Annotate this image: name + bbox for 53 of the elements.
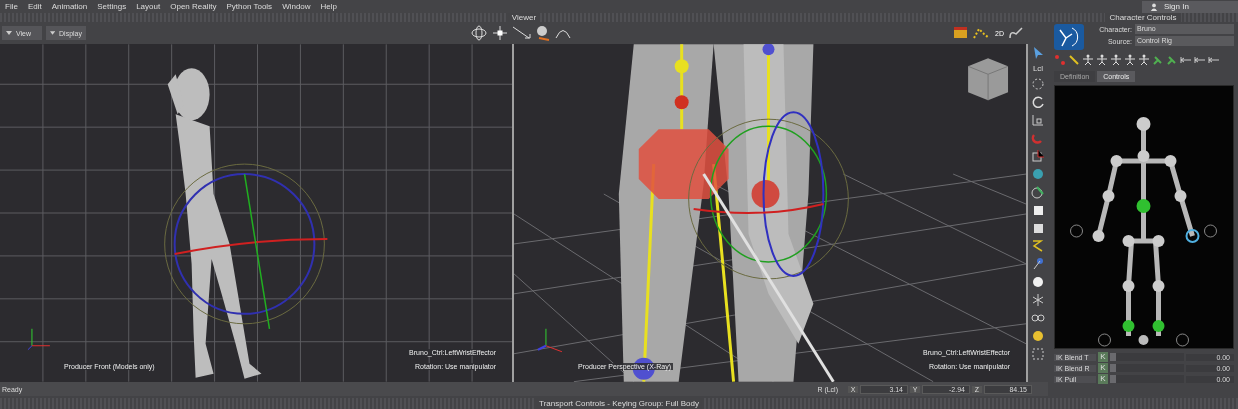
pivot-icon[interactable] (1031, 149, 1045, 163)
menu-item[interactable]: Layout (131, 2, 166, 11)
key-button[interactable]: K (1098, 363, 1108, 373)
panel-title: Character Controls (1105, 13, 1181, 22)
sphere-cursor-icon[interactable] (1031, 167, 1045, 181)
figure-icon[interactable] (1096, 53, 1108, 66)
zoom-icon[interactable] (536, 25, 550, 41)
orbit-icon[interactable] (470, 25, 488, 41)
axis-indicator-icon (536, 328, 563, 353)
panel-title: Transport Controls - Keying Group: Full Body (535, 398, 703, 409)
menu-item[interactable]: Settings (92, 2, 132, 11)
slider-track[interactable] (1110, 364, 1184, 372)
figure-icon[interactable] (1110, 53, 1122, 66)
menu-item[interactable]: Help (315, 2, 343, 11)
figure-icon[interactable] (1124, 53, 1136, 66)
sphere-icon[interactable] (1031, 275, 1045, 289)
scale-icon[interactable] (1031, 113, 1045, 127)
cursor-icon[interactable] (1031, 46, 1045, 60)
timeline-icon[interactable] (953, 26, 970, 40)
menu-item[interactable]: Window (277, 2, 316, 11)
slider-thumb[interactable] (1110, 353, 1116, 361)
asterisk-icon[interactable] (1031, 293, 1045, 307)
curve-icon[interactable] (1031, 239, 1045, 253)
cube-icon[interactable] (1031, 203, 1045, 217)
key-button[interactable]: K (1098, 352, 1108, 362)
rotate-icon[interactable] (1031, 95, 1045, 109)
dolly-arrow-icon[interactable] (512, 25, 532, 41)
caret-icon (6, 31, 12, 35)
sign-in-button[interactable]: Sign In (1142, 0, 1238, 13)
panel-title: Viewer (507, 13, 541, 22)
figure-icon[interactable] (1138, 53, 1150, 66)
menu-item[interactable]: Animation (46, 2, 93, 11)
menu-item[interactable]: Edit (22, 2, 47, 11)
glasses-icon[interactable] (1031, 311, 1045, 325)
view-cube-icon[interactable] (967, 58, 1009, 101)
move-icon[interactable] (1031, 77, 1045, 91)
slider-track[interactable] (1110, 353, 1184, 361)
cube-icon[interactable] (1031, 221, 1045, 235)
menu-item[interactable]: Python Tools (221, 2, 278, 11)
person-icon (1150, 2, 1158, 11)
local-space-button[interactable]: Lcl (1032, 64, 1044, 73)
slider-track[interactable] (1110, 375, 1184, 383)
character-logo-icon[interactable] (1054, 24, 1084, 50)
pan-icon[interactable] (492, 25, 508, 41)
figure-icon[interactable] (1082, 53, 1094, 66)
slider-thumb[interactable] (1110, 364, 1116, 372)
slider-thumb[interactable] (1110, 375, 1116, 383)
menu-item[interactable]: Open Reality (165, 2, 222, 11)
key-button[interactable]: K (1098, 374, 1108, 384)
menu-item[interactable]: File (0, 2, 23, 11)
bounding-box-icon[interactable] (1031, 347, 1045, 361)
axis-indicator-icon (27, 328, 51, 351)
caret-icon (50, 31, 56, 35)
